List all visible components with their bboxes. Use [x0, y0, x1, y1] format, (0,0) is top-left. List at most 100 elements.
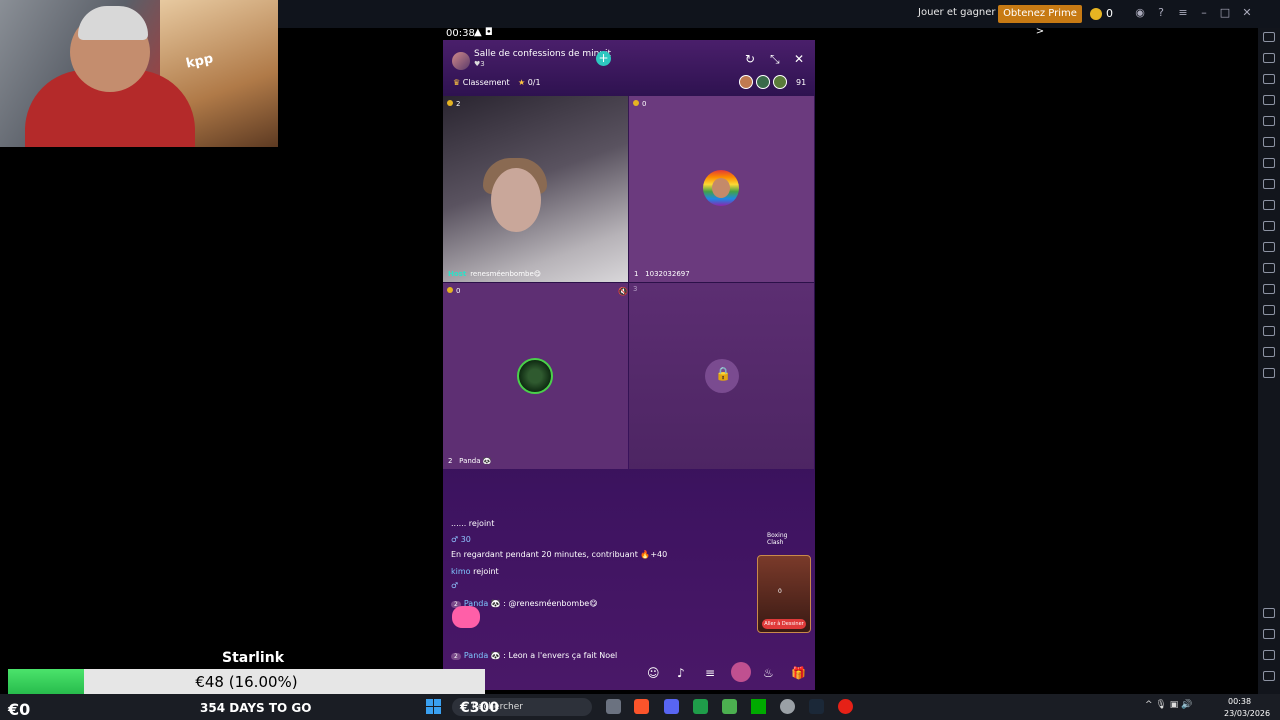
recents-icon[interactable]: [1263, 671, 1275, 681]
coin-count: 0: [1106, 7, 1113, 20]
clock-time[interactable]: 00:38: [1228, 697, 1251, 706]
youtube-icon[interactable]: [838, 699, 853, 714]
volume-icon[interactable]: [1263, 53, 1275, 63]
mic-status[interactable]: ★ 0/1: [518, 78, 541, 87]
system-tray[interactable]: ^ 🎙 ▣ 🔊: [1145, 700, 1192, 710]
more-menu-icon[interactable]: ≡: [705, 666, 715, 680]
prime-button[interactable]: Obtenez Prime >: [998, 5, 1082, 37]
clock-date[interactable]: 23/03/2026: [1224, 709, 1270, 718]
emoji-icon[interactable]: ☺: [647, 666, 660, 680]
chat-message: kimo rejoint: [451, 567, 499, 576]
seat-2[interactable]: 0 🔇 2 Panda 🐼: [443, 283, 628, 469]
performance-icon[interactable]: [1263, 179, 1275, 189]
eco-icon[interactable]: [1263, 305, 1275, 315]
screenshot-icon[interactable]: [1263, 200, 1275, 210]
layers-icon[interactable]: [1263, 347, 1275, 357]
settings-icon[interactable]: [1263, 608, 1275, 618]
follow-button[interactable]: +: [596, 51, 611, 66]
chat-message: ...... rejoint: [451, 519, 495, 528]
mic-muted-icon: 🔇: [618, 287, 628, 296]
task-view-icon[interactable]: [606, 699, 621, 714]
ranking-button[interactable]: ♛ Classement: [453, 78, 510, 87]
seat-avatar[interactable]: [517, 358, 553, 394]
record-icon[interactable]: [1263, 116, 1275, 126]
maximize-icon[interactable]: □: [1218, 6, 1232, 20]
seat-coins: 2: [447, 100, 460, 108]
ranking-label: Classement: [462, 78, 510, 87]
gift-icon[interactable]: 🎁: [791, 666, 806, 680]
audio-icon[interactable]: ♪: [677, 666, 685, 680]
discord-icon[interactable]: [664, 699, 679, 714]
gender-icon: ♂: [451, 581, 459, 590]
minimize-icon[interactable]: –: [1197, 6, 1211, 20]
sync-icon[interactable]: [1263, 368, 1275, 378]
close-window-icon[interactable]: ✕: [1240, 6, 1254, 20]
room-avatar[interactable]: [452, 52, 470, 70]
seat-name: 2 Panda 🐼: [448, 457, 492, 465]
expand-icon[interactable]: [1263, 32, 1275, 42]
brave-icon[interactable]: [634, 699, 649, 714]
minimize-room-icon[interactable]: ⤡: [770, 52, 780, 67]
heart-eyes-icon: [452, 606, 480, 628]
seat-name: 1 1032032697: [634, 270, 690, 278]
share-icon[interactable]: ↻: [745, 52, 755, 66]
account-icon[interactable]: ◉: [1133, 6, 1147, 20]
folder-icon[interactable]: [1263, 242, 1275, 252]
viewer-avatar: [773, 75, 787, 89]
play-earn-button[interactable]: Jouer et gagner: [918, 7, 996, 18]
back-icon[interactable]: [1263, 629, 1275, 639]
macro-icon[interactable]: [1263, 221, 1275, 231]
boxing-clash-label[interactable]: Boxing Clash: [767, 532, 787, 546]
viewer-avatars[interactable]: [739, 75, 787, 89]
media-icon[interactable]: [1263, 263, 1275, 273]
bag-icon[interactable]: ♨: [763, 666, 774, 680]
seat-host[interactable]: 2 Host renesméenbombe😋: [443, 96, 628, 282]
viewer-avatar: [739, 75, 753, 89]
host-video: [491, 168, 541, 232]
game-icon[interactable]: [731, 662, 751, 682]
windows-start-icon[interactable]: [426, 699, 441, 714]
goal-days-left: 354 DAYS TO GO: [200, 701, 312, 715]
goal-title: Starlink: [222, 650, 285, 666]
keyboard-icon[interactable]: [1263, 95, 1275, 105]
goal-progress-label: €48 (16.00%): [195, 673, 298, 691]
coin-icon: [1090, 8, 1102, 20]
goal-end-amount: €300: [460, 700, 499, 716]
status-time: 00:38: [446, 28, 475, 39]
home-icon[interactable]: [1263, 650, 1275, 660]
promo-card[interactable]: 0 Aller à Dessiner: [757, 555, 811, 633]
phone-screen: Salle de confessions de minuit ♥3 + ↻ ⤡ …: [443, 40, 815, 690]
host-tag: Host: [448, 270, 467, 278]
location-icon[interactable]: [1263, 326, 1275, 336]
close-room-icon[interactable]: ✕: [794, 52, 804, 66]
rotate-icon[interactable]: [1263, 137, 1275, 147]
chat-badge: ♂ 30: [451, 535, 471, 544]
draw-button[interactable]: Aller à Dessiner: [762, 619, 806, 629]
seat-3-locked[interactable]: 3 🔒: [629, 283, 814, 469]
seat-1[interactable]: 0 1 1032032697: [629, 96, 814, 282]
apk-icon[interactable]: [1263, 158, 1275, 168]
chat-message: 2 Panda 🐼 : Leon a l'envers ça fait Noel: [451, 651, 617, 660]
emulator-sidebar: [1258, 28, 1280, 694]
lock-icon[interactable]: 🔒: [705, 359, 739, 393]
fullscreen-icon[interactable]: [1263, 74, 1275, 84]
menu-icon[interactable]: ≡: [1176, 6, 1190, 20]
obs-icon[interactable]: [780, 699, 795, 714]
room-header: Salle de confessions de minuit ♥3 + ↻ ⤡ …: [443, 40, 815, 96]
seat-name: Host renesméenbombe😋: [448, 270, 542, 278]
room-likes: ♥3: [474, 60, 485, 68]
seat-coins: 0: [633, 100, 646, 108]
bluestacks-icon[interactable]: [722, 699, 737, 714]
help-icon[interactable]: ?: [1154, 6, 1168, 20]
room-bottom-bar: Salut... ☺ ♪ ≡ ♨ 🎁: [443, 660, 815, 690]
viewer-count: 91: [796, 78, 807, 87]
viewer-avatar: [756, 75, 770, 89]
chat-message: En regardant pendant 20 minutes, contrib…: [451, 550, 668, 559]
steam-icon[interactable]: [809, 699, 824, 714]
play-icon[interactable]: [751, 699, 766, 714]
emulator-titlebar: [278, 0, 1280, 28]
seat-coins: 0: [447, 287, 460, 295]
seat-avatar[interactable]: [703, 170, 739, 206]
app-green-icon[interactable]: [693, 699, 708, 714]
multi-instance-icon[interactable]: [1263, 284, 1275, 294]
